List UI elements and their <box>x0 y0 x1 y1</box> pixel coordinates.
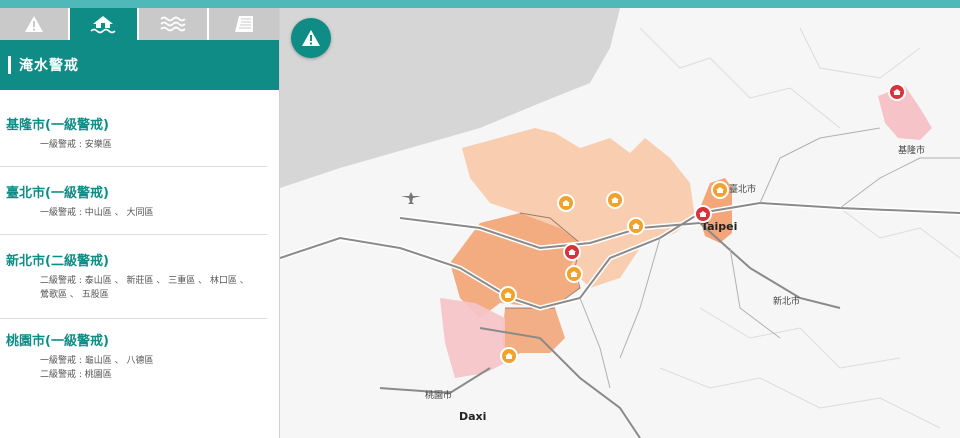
tab-flood[interactable] <box>69 8 137 40</box>
flood-marker-alert[interactable] <box>888 83 906 101</box>
city-name: 桃園市(一級警戒) <box>6 334 109 349</box>
warning-button[interactable] <box>291 18 331 58</box>
top-accent-bar <box>0 0 960 8</box>
warning-line: 二級警戒 : 泰山區 、 新莊區 、 三重區 、 林口區 、 <box>40 276 249 286</box>
label-new-taipei: 新北市 <box>773 297 801 307</box>
label-taoyuan: 桃園市 <box>425 391 453 401</box>
tab-warning[interactable] <box>0 8 68 40</box>
flood-house-icon <box>562 200 570 206</box>
flood-marker[interactable] <box>606 191 624 209</box>
flood-house-icon <box>699 211 707 217</box>
label-keelung: 基隆市 <box>898 146 926 156</box>
tab-dam[interactable] <box>208 8 279 40</box>
flood-house-icon <box>505 353 513 359</box>
map-canvas[interactable] <box>280 8 960 438</box>
flood-house-icon <box>504 292 512 298</box>
panel-title: 淹水警戒 <box>19 58 79 74</box>
flood-marker[interactable] <box>565 265 583 283</box>
city-item-taipei[interactable]: 臺北市(一級警戒) 一級警戒 : 中山區 、 大同區 <box>0 182 267 235</box>
warning-line: 一級警戒 : 安樂區 <box>40 140 112 150</box>
flood-house-icon <box>893 89 901 95</box>
flood-marker-alert[interactable] <box>563 243 581 261</box>
warning-icon <box>302 30 320 46</box>
city-name: 新北市(二級警戒) <box>6 254 109 269</box>
waves-icon <box>160 16 186 32</box>
panel-header: 淹水警戒 <box>0 40 279 90</box>
flood-house-icon <box>716 187 724 193</box>
header-accent <box>8 56 11 74</box>
flood-marker[interactable] <box>627 217 645 235</box>
city-name: 基隆市(一級警戒) <box>6 118 109 133</box>
warning-icon <box>24 16 43 32</box>
flood-marker[interactable] <box>500 347 518 365</box>
city-item-new-taipei[interactable]: 新北市(二級警戒) 二級警戒 : 泰山區 、 新莊區 、 三重區 、 林口區 、… <box>0 250 267 319</box>
flood-marker[interactable] <box>711 181 729 199</box>
label-taipei-cn: 臺北市 <box>729 185 757 195</box>
dam-icon <box>234 16 253 32</box>
city-name: 臺北市(一級警戒) <box>6 186 109 201</box>
warning-line: 鶯歌區 、 五股區 <box>40 290 109 300</box>
flood-house-icon <box>570 271 578 277</box>
warning-line: 二級警戒 : 桃園區 <box>40 370 112 380</box>
flood-marker[interactable] <box>499 286 517 304</box>
warning-line: 一級警戒 : 中山區 、 大同區 <box>40 208 154 218</box>
flood-house-icon <box>90 16 116 34</box>
flood-house-icon <box>611 197 619 203</box>
warning-line: 一級警戒 : 龜山區 、 八德區 <box>40 356 154 366</box>
city-item-keelung[interactable]: 基隆市(一級警戒) 一級警戒 : 安樂區 <box>0 114 267 167</box>
flood-house-icon <box>568 249 576 255</box>
category-tabs <box>0 8 279 40</box>
flood-marker-alert[interactable] <box>694 205 712 223</box>
flood-marker[interactable] <box>557 194 575 212</box>
sidebar-panel: 淹水警戒 基隆市(一級警戒) 一級警戒 : 安樂區 臺北市(一級警戒) 一級警戒… <box>0 8 280 438</box>
city-item-taoyuan[interactable]: 桃園市(一級警戒) 一級警戒 : 龜山區 、 八德區 二級警戒 : 桃園區 <box>0 330 267 400</box>
tab-waves[interactable] <box>139 8 207 40</box>
label-daxi: Daxi <box>459 410 487 423</box>
flood-house-icon <box>632 223 640 229</box>
